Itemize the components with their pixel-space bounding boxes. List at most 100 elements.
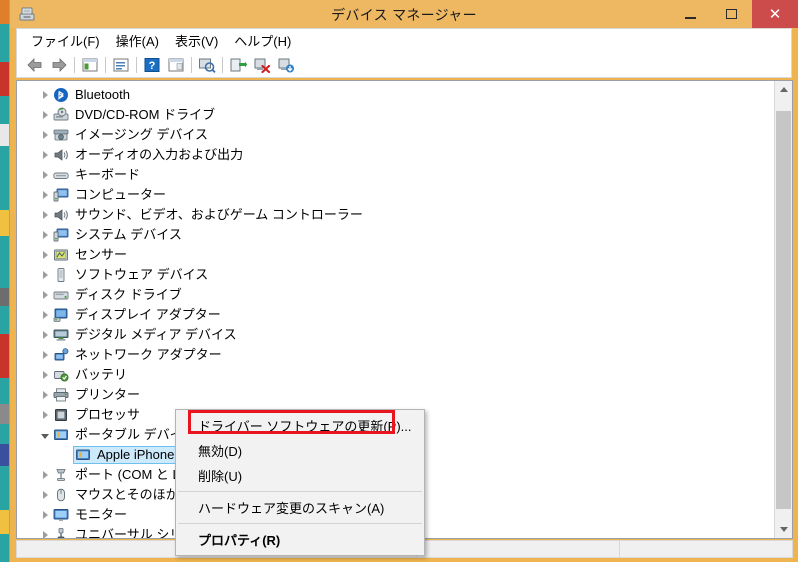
uninstall-device-icon[interactable]: [250, 54, 274, 76]
scrollbar-thumb[interactable]: [776, 111, 791, 509]
device-row-content[interactable]: キーボード: [53, 167, 140, 183]
scan-hardware-changes-icon[interactable]: [195, 54, 219, 76]
device-row-content[interactable]: サウンド、ビデオ、およびゲーム コントローラー: [53, 207, 363, 223]
menu-action[interactable]: 操作(A): [108, 29, 167, 52]
show-hide-console-tree-icon[interactable]: [78, 54, 102, 76]
device-row-content[interactable]: バッテリ: [53, 367, 127, 383]
properties-icon[interactable]: [109, 54, 133, 76]
device-row-content[interactable]: プリンター: [53, 387, 140, 403]
desktop-color-band: [0, 124, 9, 146]
chevron-right-icon[interactable]: [37, 225, 53, 245]
disable-device-icon[interactable]: [274, 54, 298, 76]
chevron-right-icon[interactable]: [37, 265, 53, 285]
device-row-content[interactable]: システム デバイス: [53, 227, 182, 243]
ctx-disable[interactable]: 無効(D): [176, 438, 424, 463]
chevron-right-icon[interactable]: [37, 145, 53, 165]
ctx-properties[interactable]: プロパティ(R): [176, 527, 424, 552]
chevron-right-icon[interactable]: [37, 165, 53, 185]
tree-item-8[interactable]: センサー: [17, 245, 774, 265]
update-driver-icon[interactable]: [226, 54, 250, 76]
close-button[interactable]: ✕: [752, 0, 798, 28]
device-row-content[interactable]: DVD/CD-ROM ドライブ: [53, 107, 215, 123]
printer-icon: [53, 387, 71, 403]
tree-item-7[interactable]: システム デバイス: [17, 225, 774, 245]
tree-item-0[interactable]: Bluetooth: [17, 85, 774, 105]
tree-item-3[interactable]: オーディオの入力および出力: [17, 145, 774, 165]
context-menu[interactable]: ドライバー ソフトウェアの更新(P)... 無効(D) 削除(U) ハードウェア変更の…: [175, 409, 425, 556]
ctx-uninstall[interactable]: 削除(U): [176, 463, 424, 488]
mouse-icon: [53, 487, 71, 503]
device-row-content[interactable]: デジタル メディア デバイス: [53, 327, 237, 343]
tree-item-13[interactable]: ネットワーク アダプター: [17, 345, 774, 365]
tree-item-10[interactable]: ディスク ドライブ: [17, 285, 774, 305]
chevron-right-icon[interactable]: [37, 525, 53, 538]
minimize-button[interactable]: [670, 0, 711, 28]
show-hide-action-pane-icon[interactable]: [164, 54, 188, 76]
tree-item-9[interactable]: ソフトウェア デバイス: [17, 265, 774, 285]
vertical-scrollbar[interactable]: [774, 81, 792, 538]
device-row-content[interactable]: Bluetooth: [53, 87, 130, 103]
menu-view[interactable]: 表示(V): [167, 29, 226, 52]
device-row-content[interactable]: センサー: [53, 247, 127, 263]
device-manager-window: デバイス マネージャー ✕ ファイル(F) 操作(A) 表示(V) ヘルプ(H) ? …: [9, 0, 798, 562]
tree-item-11[interactable]: ディスプレイ アダプター: [17, 305, 774, 325]
software-device-icon: [53, 267, 71, 283]
device-row-content[interactable]: オーディオの入力および出力: [53, 147, 243, 163]
chevron-right-icon[interactable]: [37, 285, 53, 305]
scroll-up-button[interactable]: [775, 81, 792, 98]
tree-item-12[interactable]: デジタル メディア デバイス: [17, 325, 774, 345]
device-row-content[interactable]: ディスプレイ アダプター: [53, 307, 221, 323]
chevron-right-icon[interactable]: [37, 305, 53, 325]
chevron-right-icon[interactable]: [37, 385, 53, 405]
chevron-right-icon[interactable]: [37, 505, 53, 525]
help-icon[interactable]: ?: [140, 54, 164, 76]
tree-item-6[interactable]: サウンド、ビデオ、およびゲーム コントローラー: [17, 205, 774, 225]
chevron-right-icon[interactable]: [37, 365, 53, 385]
title-bar[interactable]: デバイス マネージャー ✕: [10, 0, 798, 28]
chevron-right-icon[interactable]: [37, 485, 53, 505]
forward-arrow-icon[interactable]: [47, 54, 71, 76]
tree-item-1[interactable]: DVD/CD-ROM ドライブ: [17, 105, 774, 125]
tree-item-5[interactable]: コンピューター: [17, 185, 774, 205]
chevron-right-icon[interactable]: [37, 325, 53, 345]
tree-item-2[interactable]: イメージング デバイス: [17, 125, 774, 145]
chevron-right-icon[interactable]: [37, 245, 53, 265]
status-cell-3: [619, 541, 792, 557]
device-row-content[interactable]: イメージング デバイス: [53, 127, 208, 143]
processor-icon: [53, 407, 71, 423]
device-row-content[interactable]: ポータブル デバイス: [53, 427, 195, 443]
chevron-right-icon[interactable]: [37, 125, 53, 145]
chevron-right-icon[interactable]: [37, 105, 53, 125]
menu-help[interactable]: ヘルプ(H): [226, 29, 299, 52]
chevron-right-icon[interactable]: [37, 405, 53, 425]
device-row-content[interactable]: ソフトウェア デバイス: [53, 267, 208, 283]
tree-item-14[interactable]: バッテリ: [17, 365, 774, 385]
device-row-content[interactable]: プロセッサ: [53, 407, 140, 423]
audio-icon: [53, 147, 71, 163]
tree-item-15[interactable]: プリンター: [17, 385, 774, 405]
chevron-right-icon[interactable]: [37, 205, 53, 225]
bluetooth-icon: [53, 87, 71, 103]
ctx-scan-for-hardware-changes[interactable]: ハードウェア変更のスキャン(A): [176, 495, 424, 520]
menu-file[interactable]: ファイル(F): [23, 29, 108, 52]
back-arrow-icon[interactable]: [23, 54, 47, 76]
chevron-right-icon[interactable]: [37, 185, 53, 205]
maximize-button[interactable]: [711, 0, 752, 28]
scroll-down-button[interactable]: [775, 521, 792, 538]
chevron-right-icon[interactable]: [37, 85, 53, 105]
device-row-content[interactable]: コンピューター: [53, 187, 166, 203]
tree-item-4[interactable]: キーボード: [17, 165, 774, 185]
device-row-content[interactable]: モニター: [53, 507, 127, 523]
selected-device-row[interactable]: Apple iPhone: [73, 446, 179, 464]
monitor-icon: [53, 507, 71, 523]
chevron-right-icon[interactable]: [37, 345, 53, 365]
chevron-down-icon[interactable]: [37, 425, 53, 445]
desktop-color-band: [0, 404, 9, 424]
device-row-content[interactable]: ネットワーク アダプター: [53, 347, 222, 363]
ctx-update-driver-software[interactable]: ドライバー ソフトウェアの更新(P)...: [176, 413, 424, 438]
port-icon: [53, 467, 71, 483]
caption-button-group: ✕: [670, 0, 798, 28]
device-row-content[interactable]: ディスク ドライブ: [53, 287, 182, 303]
chevron-right-icon[interactable]: [37, 465, 53, 485]
